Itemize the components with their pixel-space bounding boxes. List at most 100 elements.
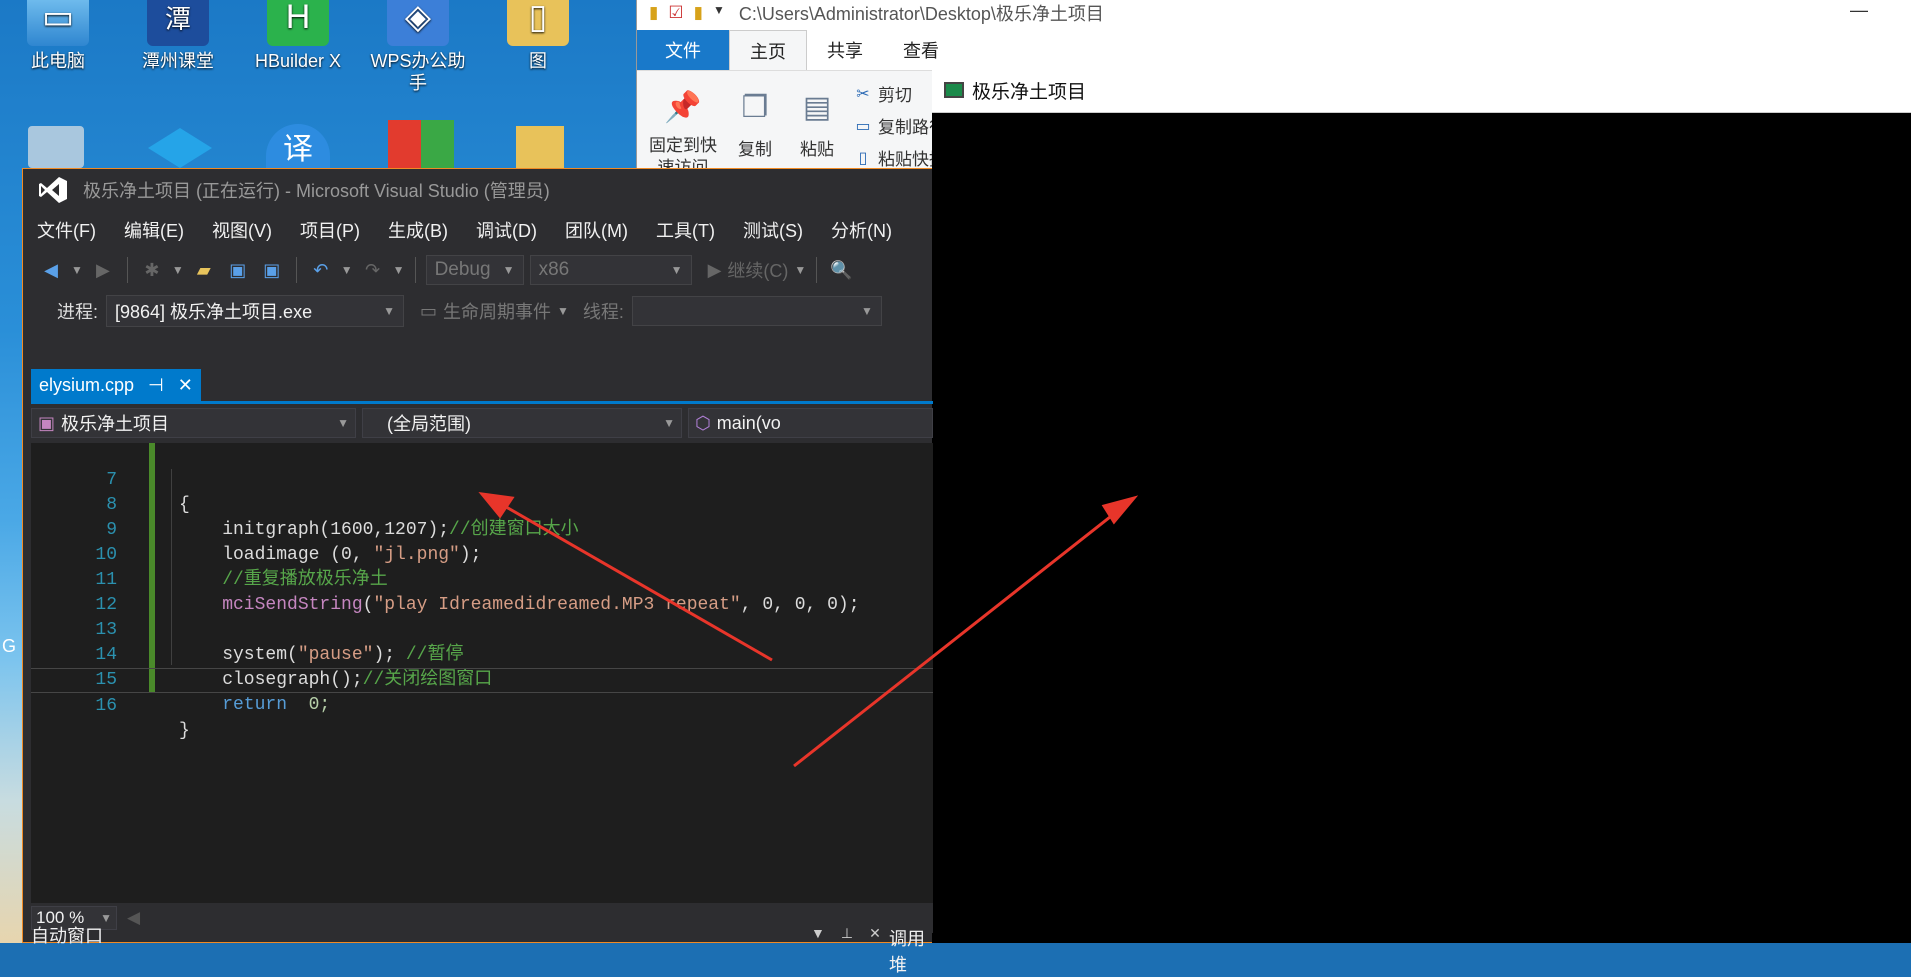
quick-access-toolbar: ▮ ☑ ▮ ▼ — [637, 3, 725, 23]
scissors-icon: ✂ — [856, 85, 870, 103]
vs-menubar: 文件(F) 编辑(E) 视图(V) 项目(P) 生成(B) 调试(D) 团队(M… — [23, 211, 932, 249]
lifecycle-icon: ▭ — [420, 300, 438, 321]
scope-dropdown[interactable]: (全局范围) ▼ — [362, 408, 682, 438]
redo-icon[interactable]: ↷ — [359, 256, 387, 284]
undo-icon[interactable]: ↶ — [307, 256, 335, 284]
calendar-folder-icon[interactable] — [516, 126, 564, 168]
code-line: 11 mciSendString("play Idreamedidreamed.… — [31, 543, 933, 615]
toolbar-separator — [126, 257, 128, 283]
code-text: return 0; — [179, 693, 330, 718]
code-editor[interactable]: 7 { 8 initgraph(1600,1207);//创建窗口大小 9 lo… — [31, 443, 933, 903]
desktop-icon-wps[interactable]: ◈ WPS办公助手 — [370, 0, 466, 94]
menu-team[interactable]: 团队(M) — [551, 217, 642, 243]
code-line: 12 — [31, 568, 933, 615]
chevron-down-icon: ▼ — [861, 304, 873, 318]
vs-titlebar[interactable]: 极乐净土项目 (正在运行) - Microsoft Visual Studio … — [23, 169, 932, 211]
copy-button[interactable]: ❐ 复制 — [727, 85, 783, 160]
explorer-path: C:\Users\Administrator\Desktop\极乐净土项目 — [738, 4, 1104, 24]
office-icon[interactable] — [388, 120, 454, 168]
paste-button[interactable]: ▤ 粘贴 — [789, 85, 845, 160]
new-project-icon[interactable]: ✱ — [138, 256, 166, 284]
tab-view[interactable]: 查看 — [883, 30, 959, 70]
save-all-icon[interactable]: ▣ — [258, 256, 286, 284]
cut-button[interactable]: ✂ 剪切 — [854, 81, 912, 106]
menu-test[interactable]: 测试(S) — [729, 217, 817, 243]
properties-icon[interactable]: ☑ — [668, 3, 683, 23]
paste-label: 粘贴 — [800, 140, 834, 159]
tab-home[interactable]: 主页 — [729, 30, 807, 70]
menu-debug[interactable]: 调试(D) — [462, 217, 551, 243]
platform-value: x86 — [538, 259, 570, 280]
copy-label: 复制 — [738, 140, 772, 159]
code-line: 10 //重复播放极乐净土 — [31, 518, 933, 590]
desktop-icon-computer[interactable]: ▭ 此电脑 — [10, 0, 106, 72]
desktop-icon-folder[interactable]: ▯ 图 — [490, 0, 586, 72]
code-line-current: 16 } — [31, 668, 933, 741]
cut-label: 剪切 — [878, 86, 912, 105]
computer-icon: ▭ — [27, 0, 89, 46]
scroll-left-icon[interactable]: ◀ — [127, 908, 140, 928]
menu-build[interactable]: 生成(B) — [374, 217, 462, 243]
copy-path-icon: ▭ — [855, 117, 871, 135]
pin-quick-access-button[interactable]: 📌 固定到快速访问 — [645, 85, 721, 179]
process-dropdown[interactable]: [9864] 极乐净土项目.exe ▼ — [106, 295, 405, 327]
close-icon[interactable]: ✕ — [869, 925, 881, 942]
call-stack-tab[interactable]: 调用堆 — [889, 925, 932, 977]
play-icon: ▶ — [707, 259, 722, 280]
platform-dropdown[interactable]: x86 ▼ — [529, 255, 692, 285]
menu-file[interactable]: 文件(F) — [23, 217, 110, 243]
menu-tools[interactable]: 工具(T) — [642, 217, 729, 243]
chevron-down-icon[interactable]: ▼ — [341, 263, 353, 277]
desktop-icon-tanzhou[interactable]: 潭 潭州课堂 — [130, 0, 226, 72]
console-window[interactable]: 极乐净土项目 — [932, 68, 1911, 943]
vs-title-text: 极乐净土项目 (正在运行) - Microsoft Visual Studio … — [83, 181, 550, 201]
chevron-down-icon[interactable]: ▼ — [393, 263, 405, 277]
desktop-edge-text: G — [2, 636, 17, 656]
save-icon[interactable]: ▣ — [224, 256, 252, 284]
pin-icon[interactable]: ⊥ — [841, 925, 853, 942]
console-app-icon — [944, 82, 964, 98]
navigation-bar: ▣ 极乐净土项目 ▼ (全局范围) ▼ ⬡ main(vo — [31, 408, 933, 440]
tab-elysium-cpp[interactable]: elysium.cpp ⊣ ✕ — [31, 369, 201, 401]
folder-icon[interactable]: ▮ — [649, 3, 658, 23]
menu-view[interactable]: 视图(V) — [198, 217, 286, 243]
member-dropdown[interactable]: ⬡ main(vo — [688, 408, 933, 438]
tab-file[interactable]: 文件 — [637, 30, 729, 70]
find-in-files-icon[interactable]: 🔍 — [827, 256, 855, 284]
ribbon-tabs: 文件 主页 共享 查看 — [637, 30, 1911, 70]
menu-project[interactable]: 项目(P) — [286, 217, 374, 243]
menu-edit[interactable]: 编辑(E) — [110, 217, 198, 243]
recycle-bin-icon[interactable] — [28, 126, 84, 168]
project-dropdown[interactable]: ▣ 极乐净土项目 ▼ — [31, 408, 356, 438]
translate-icon[interactable]: 译 — [266, 124, 330, 168]
desktop-icon-hbuilder[interactable]: H HBuilder X — [250, 0, 346, 72]
chevron-down-icon[interactable]: ▼ — [811, 925, 825, 942]
autos-window-tab[interactable]: 自动窗口 — [31, 925, 103, 946]
console-title: 极乐净土项目 — [972, 81, 1087, 103]
chevron-down-icon[interactable]: ▼ — [713, 3, 725, 23]
continue-button[interactable]: ▶ 继续(C) ▼ — [708, 257, 807, 283]
lifecycle-events-dropdown[interactable]: ▭ 生命周期事件 ▼ — [420, 298, 569, 324]
code-line: 13 system("pause"); //暂停 — [31, 593, 933, 665]
forward-icon[interactable]: ▶ — [89, 256, 117, 284]
project-name: 极乐净土项目 — [61, 414, 170, 434]
member-value: main(vo — [716, 412, 781, 433]
thread-dropdown[interactable]: ▼ — [631, 296, 882, 326]
open-file-icon[interactable]: ▰ — [190, 256, 218, 284]
player-icon[interactable] — [148, 128, 212, 168]
tab-share[interactable]: 共享 — [807, 30, 883, 70]
toolbar-separator — [816, 257, 818, 283]
vs-toolbar: ◀ ▼ ▶ ✱ ▼ ▰ ▣ ▣ ↶ ▼ ↷ ▼ Debug ▼ x86 ▼ ▶ 继续(… — [23, 249, 932, 291]
pin-icon[interactable]: ⊣ — [148, 375, 164, 396]
wps-icon: ◈ — [387, 0, 449, 46]
console-titlebar[interactable]: 极乐净土项目 — [932, 68, 1911, 113]
new-folder-icon[interactable]: ▮ — [694, 3, 703, 23]
chevron-down-icon[interactable]: ▼ — [172, 263, 184, 277]
visual-studio-logo-icon — [37, 175, 69, 205]
menu-analyze[interactable]: 分析(N) — [817, 217, 906, 243]
back-icon[interactable]: ◀ — [37, 256, 65, 284]
minimize-button[interactable]: — — [1850, 0, 1868, 21]
close-icon[interactable]: ✕ — [178, 375, 193, 396]
config-dropdown[interactable]: Debug ▼ — [425, 255, 524, 285]
chevron-down-icon[interactable]: ▼ — [71, 263, 83, 277]
